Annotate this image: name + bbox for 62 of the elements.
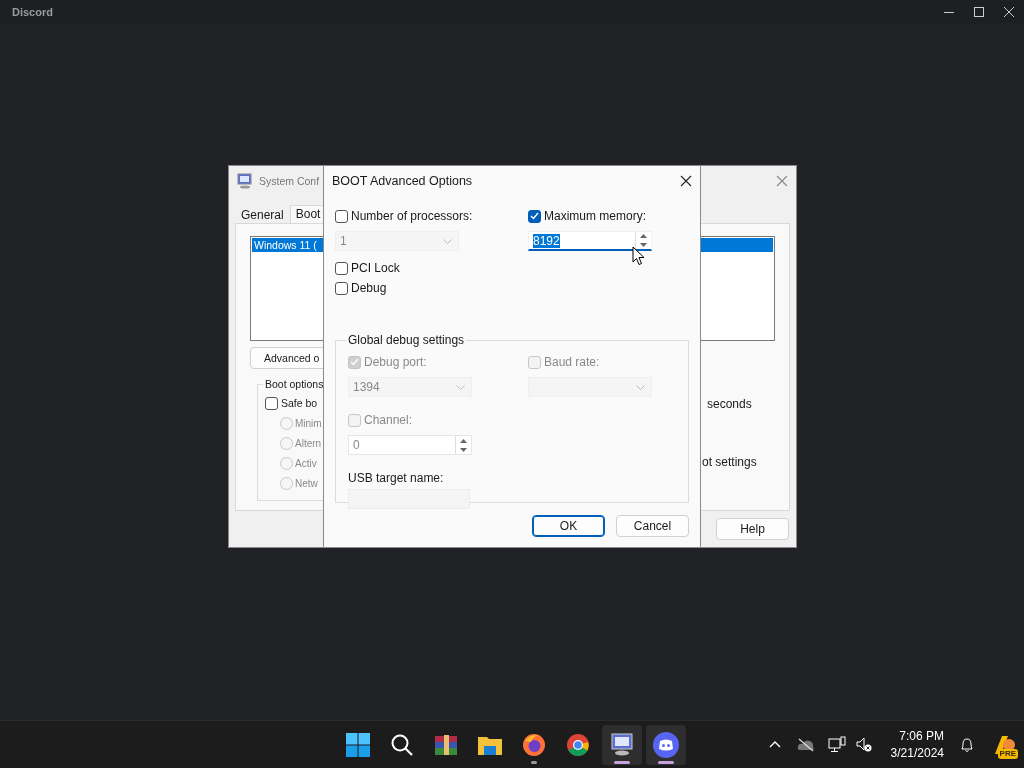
close-icon[interactable] bbox=[680, 175, 692, 187]
computer-icon bbox=[237, 173, 253, 189]
chevron-down-icon bbox=[456, 384, 465, 390]
app-title: Discord bbox=[12, 6, 54, 18]
radio-button[interactable] bbox=[280, 476, 293, 490]
radio-label: Activ bbox=[295, 457, 317, 469]
radio-button[interactable] bbox=[280, 416, 293, 430]
minimize-icon bbox=[944, 11, 954, 13]
dialog-button[interactable]: OK bbox=[532, 515, 605, 537]
bell-icon[interactable] bbox=[960, 736, 974, 753]
dialog-button[interactable]: Cancel bbox=[616, 515, 689, 537]
checkbox[interactable] bbox=[528, 209, 541, 223]
chevron-up-icon[interactable] bbox=[769, 741, 781, 748]
checkbox-label: Baud rate: bbox=[544, 355, 600, 369]
browser-icon bbox=[566, 732, 590, 757]
timeout-unit-label: seconds bbox=[707, 397, 753, 411]
checkbox[interactable] bbox=[335, 261, 348, 275]
checkbox-label: PCI Lock bbox=[351, 261, 400, 275]
computer-monitor-icon bbox=[610, 732, 634, 757]
memory-spin-field[interactable]: 8192 bbox=[528, 231, 652, 251]
checkbox-label: ot settings bbox=[702, 455, 758, 469]
radio-label: Minim bbox=[295, 417, 322, 429]
fox-browser-icon bbox=[522, 732, 546, 757]
clock[interactable]: 7:06 PM 3/21/2024 bbox=[876, 727, 950, 762]
window-title: System Conf bbox=[259, 175, 320, 187]
usb-target-field[interactable] bbox=[348, 489, 470, 509]
checkbox-label: Safe bo bbox=[281, 397, 318, 409]
tab[interactable]: General bbox=[235, 206, 290, 223]
date-text: 3/21/2024 bbox=[890, 744, 944, 762]
windows-start-icon bbox=[346, 732, 370, 757]
usb-target-label: USB target name: bbox=[348, 471, 445, 485]
checkbox[interactable] bbox=[265, 396, 278, 410]
dialog-title: BOOT Advanced Options bbox=[332, 174, 473, 188]
close-icon bbox=[1004, 7, 1014, 17]
chevron-down-icon bbox=[636, 384, 645, 390]
books-stack-icon bbox=[434, 732, 458, 757]
search-icon bbox=[391, 733, 413, 756]
group-title: Boot options bbox=[264, 378, 325, 390]
cloud-off-icon[interactable] bbox=[797, 737, 815, 752]
time-text: 7:06 PM bbox=[899, 727, 944, 745]
chevron-down-icon bbox=[443, 238, 452, 244]
radio-label: Netw bbox=[295, 477, 318, 489]
maximize-icon bbox=[974, 7, 984, 17]
radio-label: Altern bbox=[295, 437, 322, 449]
checkbox-label: Debug bbox=[351, 281, 387, 295]
checkbox-label: Debug port: bbox=[364, 355, 427, 369]
checkbox-label: Number of processors: bbox=[351, 209, 473, 223]
help-button[interactable]: Help bbox=[716, 518, 789, 540]
checkbox[interactable] bbox=[335, 209, 348, 223]
game-controller-icon bbox=[653, 731, 679, 758]
speaker-muted-icon[interactable] bbox=[856, 737, 872, 752]
badge: PRE bbox=[997, 748, 1018, 759]
checkbox-label: Channel: bbox=[364, 413, 413, 427]
network-icon[interactable] bbox=[828, 736, 846, 753]
taskbar-app-button[interactable] bbox=[646, 724, 686, 765]
taskbar-app-button[interactable] bbox=[602, 724, 642, 765]
mouse-pointer-icon bbox=[632, 246, 645, 266]
radio-button[interactable] bbox=[280, 436, 293, 450]
checkbox-label: Maximum memory: bbox=[544, 209, 646, 223]
group-title: Global debug settings bbox=[347, 333, 466, 347]
checkbox[interactable] bbox=[335, 281, 348, 295]
radio-button[interactable] bbox=[280, 456, 293, 470]
